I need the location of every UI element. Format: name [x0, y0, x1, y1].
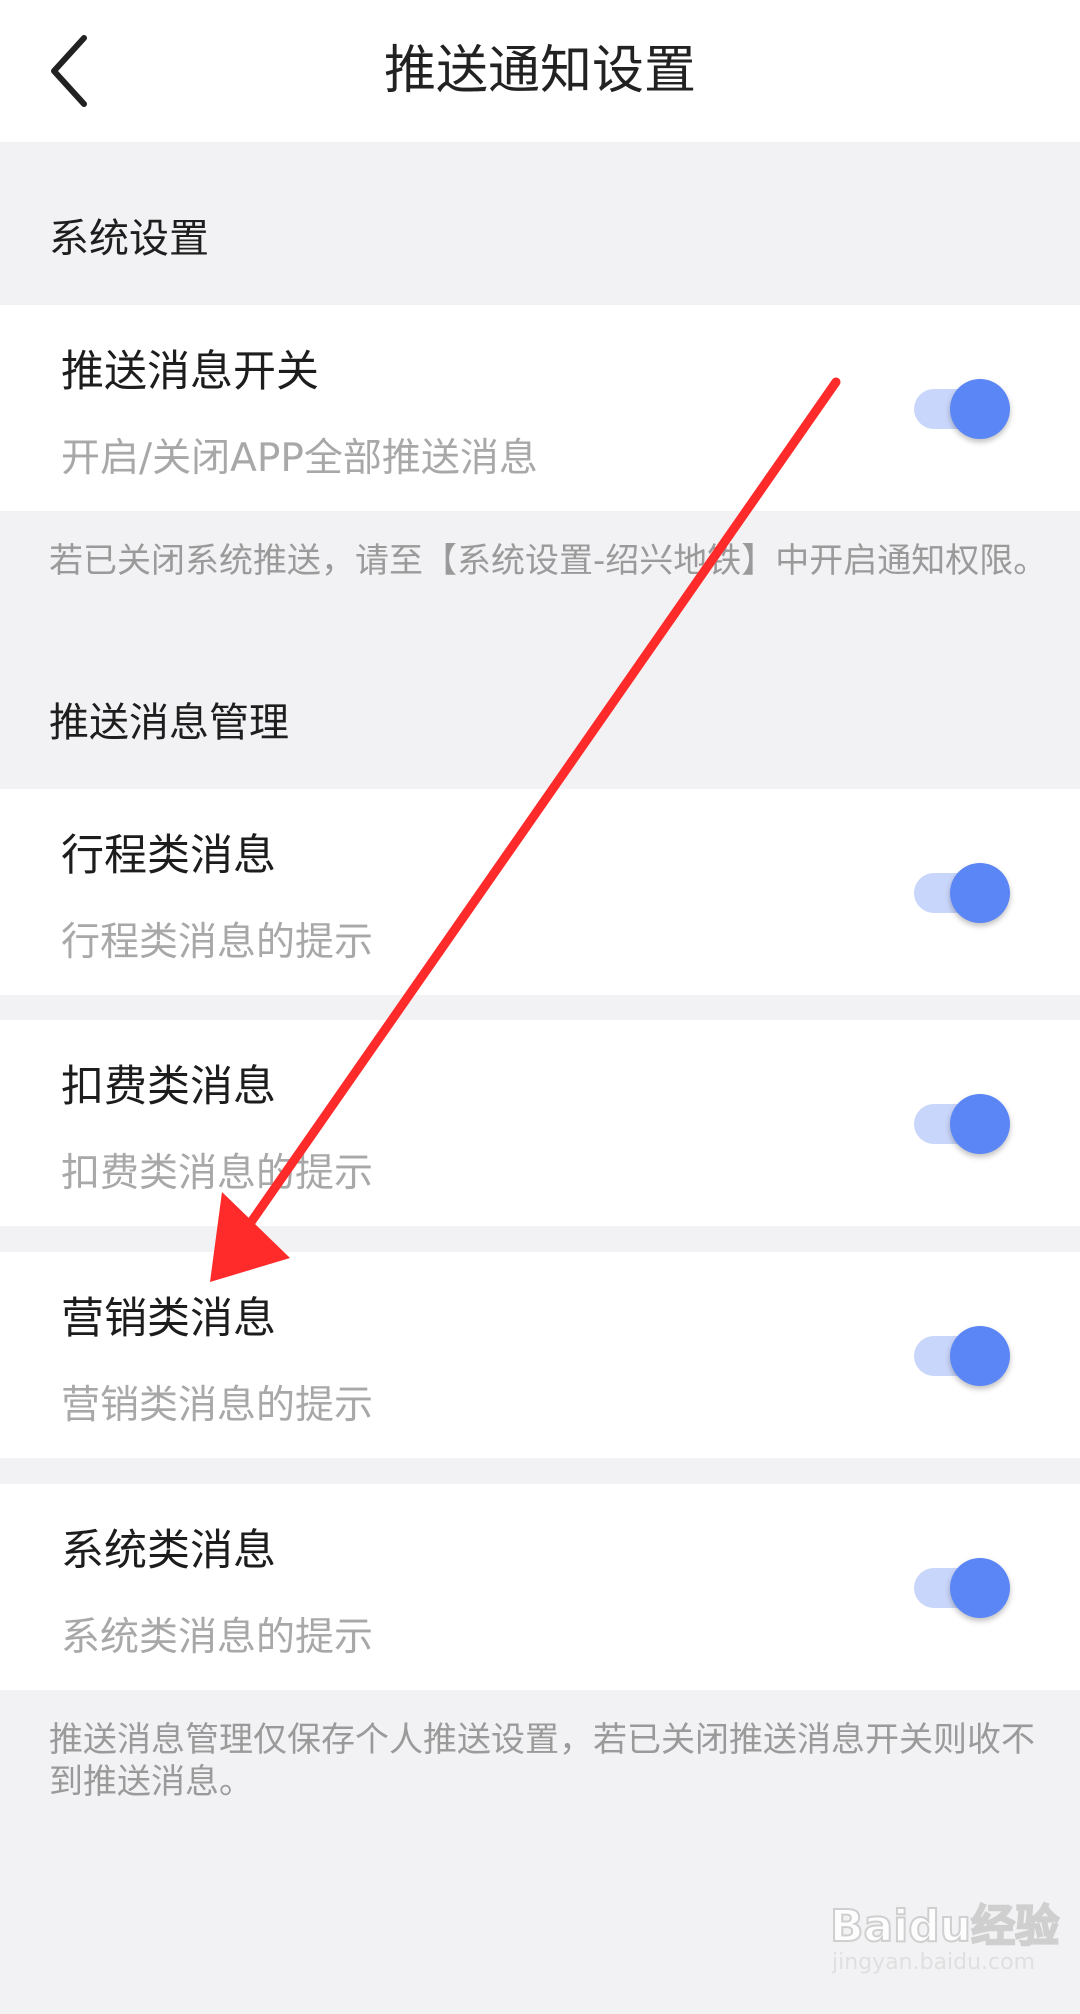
setting-row-push-switch: 推送消息开关 开启/关闭APP全部推送消息	[0, 305, 1080, 511]
system-note: 若已关闭系统推送，请至【系统设置-绍兴地铁】中开启通知权限。	[49, 541, 1048, 581]
top-bar: 推送通知设置	[0, 0, 1080, 142]
fee-toggle[interactable]	[914, 1082, 1010, 1166]
marketing-toggle[interactable]	[914, 1314, 1010, 1398]
section-header-management: 推送消息管理	[49, 700, 289, 746]
setting-subtitle: 营销类消息的提示	[61, 1383, 374, 1428]
watermark: Baidu经验 jingyan.baidu.com	[820, 1880, 1060, 1990]
push-switch-toggle[interactable]	[914, 367, 1010, 451]
toggle-knob	[950, 863, 1010, 923]
toggle-knob	[950, 1094, 1010, 1154]
setting-subtitle: 系统类消息的提示	[61, 1615, 374, 1660]
setting-subtitle: 行程类消息的提示	[61, 920, 374, 965]
setting-title: 行程类消息	[61, 831, 276, 881]
section-header-system: 系统设置	[49, 216, 209, 262]
setting-subtitle: 扣费类消息的提示	[61, 1151, 374, 1196]
setting-row-system-msg: 系统类消息 系统类消息的提示	[0, 1484, 1080, 1690]
toggle-knob	[950, 1558, 1010, 1618]
setting-row-trip: 行程类消息 行程类消息的提示	[0, 789, 1080, 995]
back-button[interactable]	[30, 26, 120, 116]
watermark-logo: Baidu经验	[829, 1900, 1060, 1953]
management-note: 推送消息管理仅保存个人推送设置，若已关闭推送消息开关则收不到推送消息。	[49, 1720, 1035, 1802]
setting-title: 扣费类消息	[61, 1062, 276, 1112]
toggle-knob	[950, 379, 1010, 439]
chevron-left-icon	[51, 35, 87, 107]
page-title: 推送通知设置	[383, 41, 696, 101]
setting-title: 营销类消息	[61, 1294, 276, 1344]
setting-title: 推送消息开关	[61, 347, 319, 397]
setting-subtitle: 开启/关闭APP全部推送消息	[61, 436, 538, 481]
toggle-knob	[950, 1326, 1010, 1386]
arrow-icon	[210, 377, 841, 1282]
setting-title: 系统类消息	[61, 1526, 276, 1576]
system-msg-toggle[interactable]	[914, 1546, 1010, 1630]
setting-row-marketing: 营销类消息 营销类消息的提示	[0, 1252, 1080, 1458]
trip-toggle[interactable]	[914, 851, 1010, 935]
setting-row-fee: 扣费类消息 扣费类消息的提示	[0, 1020, 1080, 1226]
watermark-url: jingyan.baidu.com	[832, 1950, 1036, 1975]
